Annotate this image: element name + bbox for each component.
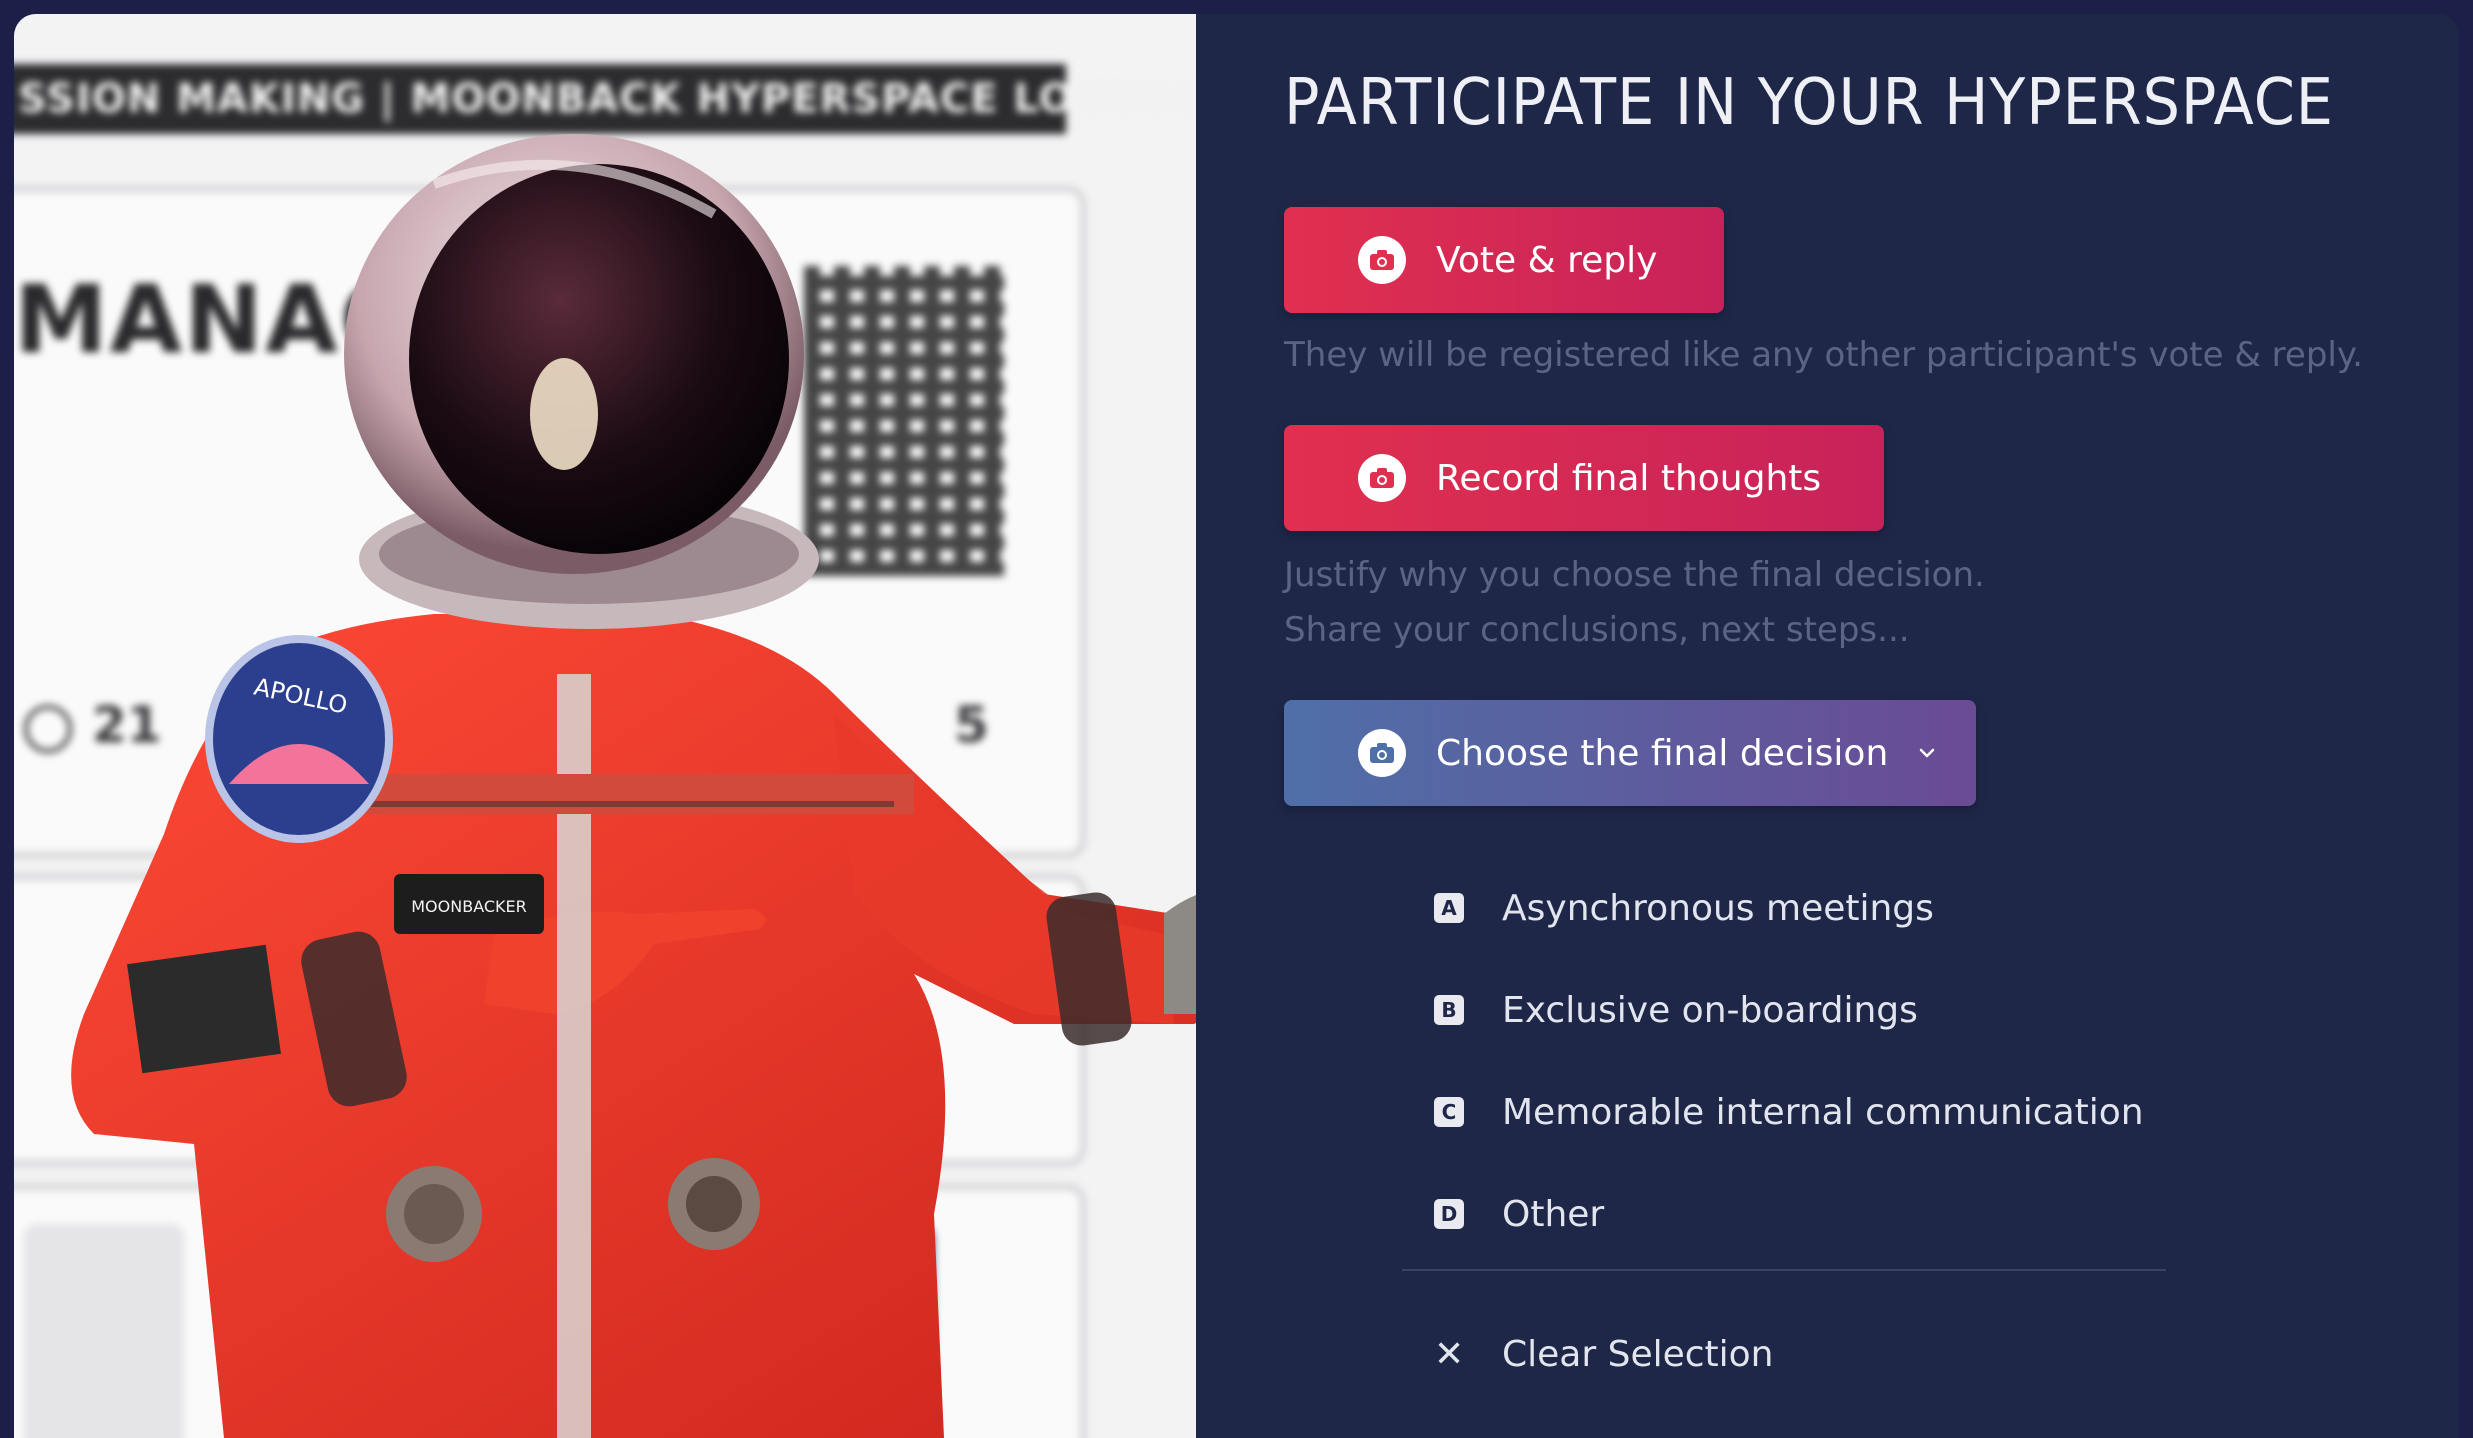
astronaut-illustration: MOONBACKER APOLLO bbox=[71, 134, 1196, 1438]
record-final-thoughts-button[interactable]: Record final thoughts bbox=[1284, 425, 1884, 531]
option-c[interactable]: C Memorable internal communication bbox=[1434, 1084, 2144, 1140]
option-key-d: D bbox=[1434, 1199, 1464, 1229]
choose-final-decision-label: Choose the final decision bbox=[1436, 732, 1889, 774]
options-divider bbox=[1402, 1269, 2166, 1271]
close-icon: ✕ bbox=[1434, 1333, 1465, 1375]
record-help-line-1: Justify why you choose the final decisio… bbox=[1284, 555, 1985, 595]
option-label: Exclusive on-boardings bbox=[1502, 989, 1918, 1031]
option-key-b: B bbox=[1434, 995, 1464, 1025]
logbook-preview: SSION MAKING | MOONBACK HYPERSPACE LOGBO… bbox=[14, 14, 1196, 1438]
clear-selection-button[interactable]: ✕ Clear Selection bbox=[1434, 1326, 1774, 1382]
option-label: Asynchronous meetings bbox=[1502, 887, 1934, 929]
app-frame: SSION MAKING | MOONBACK HYPERSPACE LOGBO… bbox=[14, 14, 2459, 1438]
option-d[interactable]: D Other bbox=[1434, 1186, 1604, 1242]
chevron-down-icon bbox=[1920, 748, 1935, 758]
vote-reply-help: They will be registered like any other p… bbox=[1284, 335, 2363, 375]
option-b[interactable]: B Exclusive on-boardings bbox=[1434, 982, 1918, 1038]
option-label: Other bbox=[1502, 1193, 1605, 1235]
camera-icon bbox=[1358, 236, 1406, 284]
choose-final-decision-dropdown[interactable]: Choose the final decision bbox=[1284, 700, 1976, 806]
participation-panel: PARTICIPATE IN YOUR HYPERSPACE Vote & re… bbox=[1196, 14, 2459, 1438]
vote-reply-label: Vote & reply bbox=[1436, 239, 1658, 281]
camera-icon bbox=[1358, 454, 1406, 502]
camera-icon bbox=[1358, 729, 1406, 777]
record-final-thoughts-label: Record final thoughts bbox=[1436, 457, 1822, 499]
option-a[interactable]: A Asynchronous meetings bbox=[1434, 880, 1934, 936]
option-label: Memorable internal communication bbox=[1502, 1091, 2144, 1133]
record-help-line-2: Share your conclusions, next steps... bbox=[1284, 610, 1910, 650]
astronaut-name-tag: MOONBACKER bbox=[411, 897, 527, 916]
clear-selection-label: Clear Selection bbox=[1502, 1333, 1774, 1375]
panel-title: PARTICIPATE IN YOUR HYPERSPACE bbox=[1284, 66, 2334, 140]
vote-reply-button[interactable]: Vote & reply bbox=[1284, 207, 1724, 313]
option-key-a: A bbox=[1434, 893, 1464, 923]
option-key-c: C bbox=[1434, 1097, 1464, 1127]
